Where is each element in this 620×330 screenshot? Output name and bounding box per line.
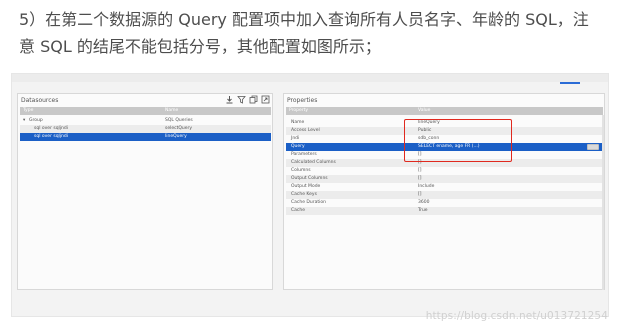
- datasource-group-row[interactable]: ▾ Group SQL Queries: [20, 117, 271, 125]
- column-type-header: Type: [23, 108, 34, 113]
- property-value[interactable]: 3600: [418, 199, 429, 207]
- datasources-table-header: Type Name: [20, 107, 271, 115]
- property-value[interactable]: []: [418, 167, 422, 175]
- row-name: selectQuery: [165, 126, 193, 131]
- property-value[interactable]: Include: [418, 183, 434, 191]
- property-value[interactable]: []: [418, 191, 422, 199]
- watermark: https://blog.csdn.net/u013721254: [425, 310, 608, 322]
- export-icon[interactable]: [261, 95, 270, 104]
- column-property-header: Property: [289, 108, 309, 113]
- property-row-query[interactable]: Query SELECT ename, age FR (...): [286, 143, 603, 151]
- property-label: Parameters: [291, 152, 317, 157]
- property-value[interactable]: lineQuery: [418, 119, 440, 127]
- column-name-header: Name: [165, 108, 179, 113]
- property-value[interactable]: True: [418, 207, 428, 215]
- datasources-toolbar: [225, 95, 270, 105]
- top-bar: [12, 74, 608, 82]
- property-label: Cache Duration: [291, 200, 326, 205]
- property-label: Cache: [291, 208, 305, 213]
- filter-icon[interactable]: [237, 95, 246, 104]
- property-row-calculated-columns[interactable]: Calculated Columns []: [286, 159, 603, 167]
- property-row-cache-duration[interactable]: Cache Duration 3600: [286, 199, 603, 207]
- property-row-access-level[interactable]: Access Level Public: [286, 127, 603, 135]
- instruction-text: 5）在第二个数据源的 Query 配置项中加入查询所有人员名字、年龄的 SQL，…: [19, 10, 589, 56]
- property-row-jndi[interactable]: Jndi sdb_conn: [286, 135, 603, 143]
- property-label: Access Level: [291, 128, 320, 133]
- import-icon[interactable]: [225, 95, 234, 104]
- copy-icon[interactable]: [249, 95, 258, 104]
- property-row-columns[interactable]: Columns []: [286, 167, 603, 175]
- property-label: Query: [291, 144, 305, 149]
- property-label: Cache Keys: [291, 192, 317, 197]
- report-designer-screenshot: Datasources Type Name ▾ Group SQL Querie…: [11, 73, 609, 317]
- row-type: Group: [29, 118, 43, 123]
- datasource-row-selected[interactable]: sql over sqljndi lineQuery: [20, 133, 271, 141]
- datasources-panel: Datasources Type Name ▾ Group SQL Querie…: [17, 93, 273, 290]
- row-type: sql over sqljndi: [34, 134, 69, 139]
- property-row-parameters[interactable]: Parameters []: [286, 151, 603, 159]
- property-label: Output Columns: [291, 176, 328, 181]
- property-row-output-columns[interactable]: Output Columns []: [286, 175, 603, 183]
- property-value[interactable]: Public: [418, 127, 431, 135]
- datasource-row[interactable]: sql over sqljndi selectQuery: [20, 125, 271, 133]
- property-value[interactable]: sdb_conn: [418, 135, 439, 143]
- property-value[interactable]: []: [418, 175, 422, 183]
- property-label: Output Mode: [291, 184, 321, 189]
- query-value[interactable]: SELECT ename, age FR (...): [418, 143, 480, 151]
- property-label: Columns: [291, 168, 311, 173]
- properties-title: Properties: [287, 97, 318, 104]
- property-row-output-mode[interactable]: Output Mode Include: [286, 183, 603, 191]
- expand-icon[interactable]: ▾: [23, 117, 25, 125]
- column-value-header: Value: [418, 108, 431, 113]
- property-value[interactable]: []: [418, 151, 422, 159]
- property-label: Jndi: [291, 136, 300, 141]
- property-label: Calculated Columns: [291, 160, 336, 165]
- row-name: lineQuery: [165, 134, 187, 139]
- properties-scrollbar[interactable]: [602, 115, 604, 290]
- property-value[interactable]: []: [418, 159, 422, 167]
- property-row-name[interactable]: Name lineQuery: [286, 119, 603, 127]
- property-label: Name: [291, 120, 305, 125]
- row-name: SQL Queries: [165, 118, 193, 123]
- edit-query-button[interactable]: [587, 144, 599, 150]
- active-tab-indicator: [560, 82, 580, 84]
- row-type: sql over sqljndi: [34, 126, 69, 131]
- properties-table-header: Property Value: [286, 107, 603, 115]
- properties-panel: Properties Property Value Name lineQuery…: [283, 93, 605, 290]
- property-row-cache[interactable]: Cache True: [286, 207, 603, 215]
- property-row-cache-keys[interactable]: Cache Keys []: [286, 191, 603, 199]
